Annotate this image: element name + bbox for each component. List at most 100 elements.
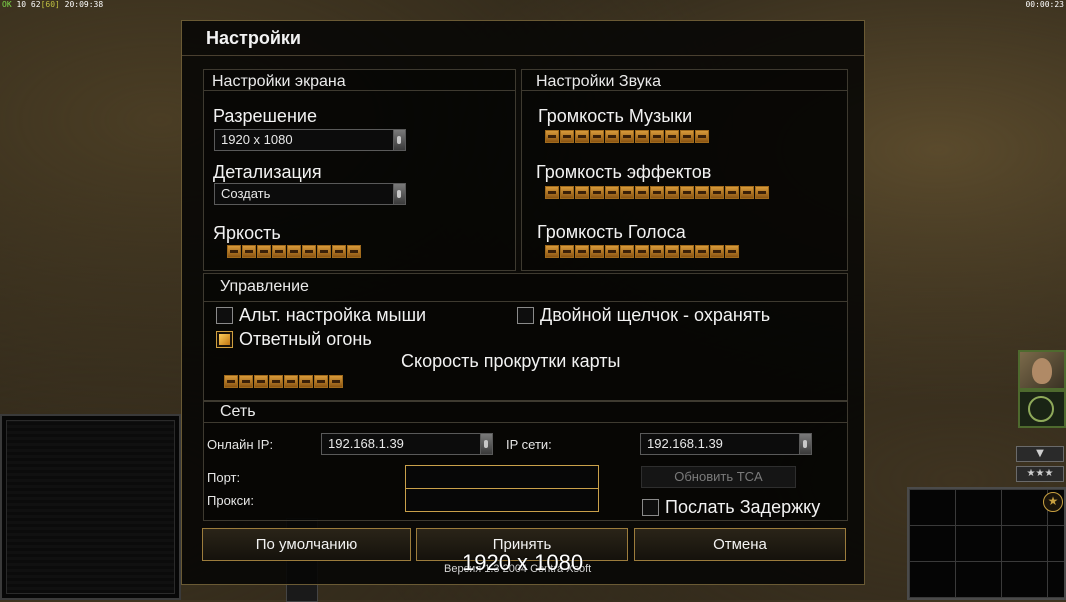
voice-volume-label: Громкость Голоса: [537, 222, 686, 242]
slider-segment[interactable]: [695, 245, 709, 258]
slider-segment[interactable]: [239, 375, 253, 388]
dropdown-arrow-icon[interactable]: [393, 130, 405, 150]
dialog-title: Настройки: [206, 28, 301, 48]
minimap[interactable]: [907, 487, 1066, 600]
compass-button[interactable]: [1018, 390, 1066, 428]
slider-segment[interactable]: [302, 245, 316, 258]
cancel-button[interactable]: Отмена: [634, 528, 846, 561]
slider-segment[interactable]: [590, 130, 604, 143]
slider-segment[interactable]: [665, 245, 679, 258]
slider-segment[interactable]: [725, 186, 739, 199]
unit-portrait[interactable]: [1018, 350, 1066, 390]
slider-segment[interactable]: [620, 130, 634, 143]
slider-segment[interactable]: [329, 375, 343, 388]
slider-segment[interactable]: [287, 245, 301, 258]
online-ip-dropdown[interactable]: 192.168.1.39: [321, 433, 493, 455]
slider-segment[interactable]: [299, 375, 313, 388]
slider-segment[interactable]: [560, 186, 574, 199]
update-tca-button[interactable]: Обновить TCA: [641, 466, 796, 488]
slider-segment[interactable]: [635, 186, 649, 199]
resolution-dropdown[interactable]: 1920 x 1080: [214, 129, 406, 151]
slider-segment[interactable]: [650, 245, 664, 258]
net-ip-label: IP сети:: [506, 437, 552, 452]
slider-segment[interactable]: [284, 375, 298, 388]
settings-dialog: Настройки Настройки экрана Разрешение 19…: [181, 20, 865, 585]
slider-segment[interactable]: [269, 375, 283, 388]
return-fire-checkbox[interactable]: [216, 331, 233, 348]
slider-segment[interactable]: [317, 245, 331, 258]
controls-header: Управление: [204, 274, 847, 302]
port-input[interactable]: [405, 465, 599, 489]
hud-rank-button[interactable]: ★★★: [1016, 466, 1064, 482]
slider-segment[interactable]: [605, 130, 619, 143]
online-ip-value: 192.168.1.39: [328, 436, 404, 451]
sound-settings-header: Настройки Звука: [522, 70, 847, 91]
slider-segment[interactable]: [254, 375, 268, 388]
slider-segment[interactable]: [257, 245, 271, 258]
slider-segment[interactable]: [545, 186, 559, 199]
dropdown-arrow-icon[interactable]: [799, 434, 811, 454]
proxy-input[interactable]: [405, 488, 599, 512]
slider-segment[interactable]: [242, 245, 256, 258]
scroll-speed-slider[interactable]: [224, 375, 343, 388]
slider-segment[interactable]: [650, 186, 664, 199]
slider-segment[interactable]: [710, 186, 724, 199]
slider-segment[interactable]: [740, 186, 754, 199]
hud-collapse-button[interactable]: ▼: [1016, 446, 1064, 462]
slider-segment[interactable]: [224, 375, 238, 388]
slider-segment[interactable]: [605, 186, 619, 199]
defaults-button[interactable]: По умолчанию: [202, 528, 411, 561]
slider-segment[interactable]: [635, 245, 649, 258]
slider-segment[interactable]: [272, 245, 286, 258]
slider-segment[interactable]: [620, 186, 634, 199]
slider-segment[interactable]: [680, 130, 694, 143]
hud-stats-values: 10 62: [16, 0, 41, 9]
title-divider: [182, 55, 864, 56]
net-ip-dropdown[interactable]: 192.168.1.39: [640, 433, 812, 455]
screen-settings-header: Настройки экрана: [204, 70, 515, 91]
detail-dropdown[interactable]: Создать: [214, 183, 406, 205]
double-click-guard-label: Двойной щелчок - охранять: [540, 305, 771, 325]
effects-volume-slider[interactable]: [545, 186, 769, 199]
slider-segment[interactable]: [560, 245, 574, 258]
slider-segment[interactable]: [545, 130, 559, 143]
effects-volume-label: Громкость эффектов: [536, 162, 712, 182]
double-click-guard-checkbox[interactable]: [517, 307, 534, 324]
slider-segment[interactable]: [695, 130, 709, 143]
slider-segment[interactable]: [575, 186, 589, 199]
hud-fps: [60]: [40, 0, 60, 9]
brightness-slider[interactable]: [227, 245, 361, 258]
slider-segment[interactable]: [605, 245, 619, 258]
slider-segment[interactable]: [680, 245, 694, 258]
voice-volume-slider[interactable]: [545, 245, 739, 258]
hud-timer: 00:00:23: [1025, 0, 1064, 9]
dropdown-arrow-icon[interactable]: [480, 434, 492, 454]
slider-segment[interactable]: [665, 186, 679, 199]
screen-settings-panel: Настройки экрана Разрешение 1920 x 1080 …: [203, 69, 516, 271]
slider-segment[interactable]: [725, 245, 739, 258]
slider-segment[interactable]: [590, 245, 604, 258]
slider-segment[interactable]: [680, 186, 694, 199]
slider-segment[interactable]: [695, 186, 709, 199]
controls-panel: Управление Альт. настройка мыши Двойной …: [203, 273, 848, 401]
slider-segment[interactable]: [347, 245, 361, 258]
slider-segment[interactable]: [590, 186, 604, 199]
slider-segment[interactable]: [314, 375, 328, 388]
send-delay-checkbox[interactable]: [642, 499, 659, 516]
slider-segment[interactable]: [620, 245, 634, 258]
slider-segment[interactable]: [575, 245, 589, 258]
slider-segment[interactable]: [650, 130, 664, 143]
slider-segment[interactable]: [560, 130, 574, 143]
slider-segment[interactable]: [575, 130, 589, 143]
slider-segment[interactable]: [635, 130, 649, 143]
slider-segment[interactable]: [755, 186, 769, 199]
alt-mouse-checkbox[interactable]: [216, 307, 233, 324]
slider-segment[interactable]: [227, 245, 241, 258]
slider-segment[interactable]: [545, 245, 559, 258]
music-volume-slider[interactable]: [545, 130, 709, 143]
dropdown-arrow-icon[interactable]: [393, 184, 405, 204]
slider-segment[interactable]: [665, 130, 679, 143]
alt-mouse-label: Альт. настройка мыши: [239, 305, 427, 325]
slider-segment[interactable]: [332, 245, 346, 258]
slider-segment[interactable]: [710, 245, 724, 258]
